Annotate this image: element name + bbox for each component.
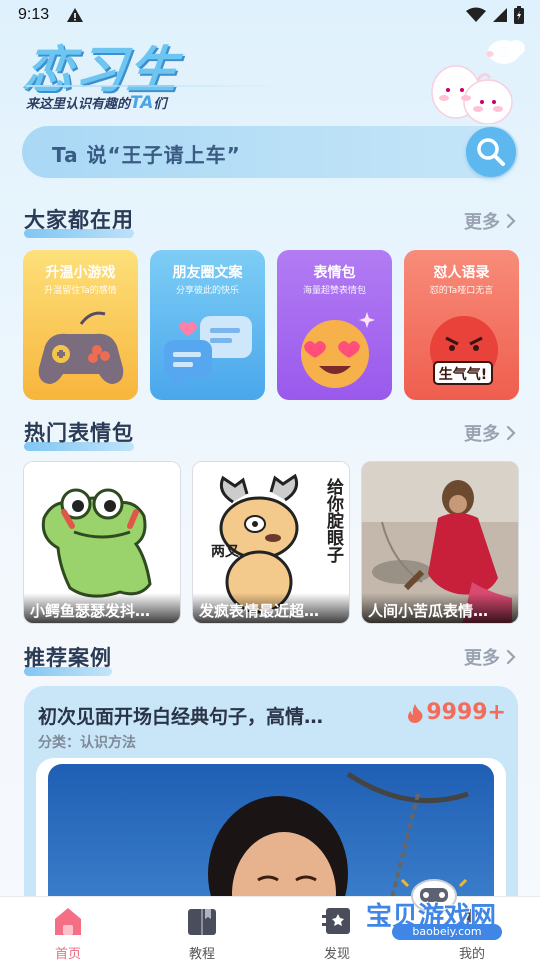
chat-bubbles-icon bbox=[164, 316, 252, 390]
category-subtitle: 怼的Ta哑口无言 bbox=[429, 286, 494, 296]
section-title-popular: 大家都在用 bbox=[24, 204, 134, 238]
status-bar: 9:13 bbox=[0, 0, 540, 32]
section-title-stickers-text: 热门表情包 bbox=[24, 421, 134, 445]
search-placeholder[interactable]: Ta 说“王子请上车” bbox=[52, 139, 241, 168]
sticker-card-monkey[interactable]: 人间小苦瓜表情… bbox=[361, 461, 519, 624]
section-title-cases-text: 推荐案例 bbox=[24, 646, 112, 670]
status-icons bbox=[466, 6, 524, 24]
mascot-illustration bbox=[431, 40, 525, 124]
heart-eyes-emoji-icon bbox=[301, 312, 375, 388]
slogan-prefix: 来这里认识有趣的 bbox=[26, 97, 131, 112]
sticker-art-text-left: 两叉 bbox=[211, 544, 240, 560]
case-hot-count: 9999+ bbox=[406, 700, 506, 725]
signal-icon bbox=[493, 8, 507, 22]
nav-label: 教程 bbox=[188, 947, 215, 960]
sticker-card-crocodile[interactable]: 小鳄鱼瑟瑟发抖… bbox=[23, 461, 181, 624]
category-card-roast[interactable]: 怼人语录 怼的Ta哑口无言 生气气! bbox=[404, 250, 519, 400]
sticker-card-crazy[interactable]: 两叉 给你腚眼子 发疯表情最近超… bbox=[192, 461, 350, 624]
more-label: 更多 bbox=[464, 648, 500, 669]
category-card-games[interactable]: 升温小游戏 升温留住Ta的感情 bbox=[23, 250, 138, 400]
nav-label: 首页 bbox=[54, 947, 81, 960]
case-title: 初次见面开场白经典句子，高情… bbox=[38, 706, 324, 728]
more-link-stickers[interactable]: 更多 bbox=[464, 420, 516, 446]
section-title-cases: 推荐案例 bbox=[24, 642, 112, 676]
sticker-label: 发疯表情最近超… bbox=[193, 593, 349, 623]
nav-home[interactable]: 首页 bbox=[28, 905, 108, 960]
sticker-label: 小鳄鱼瑟瑟发抖… bbox=[24, 593, 180, 623]
category-subtitle: 升温留住Ta的感情 bbox=[44, 286, 117, 296]
sticker-label: 人间小苦瓜表情… bbox=[362, 593, 518, 623]
category-card-stickers[interactable]: 表情包 海量超赞表情包 bbox=[277, 250, 392, 400]
more-link-popular[interactable]: 更多 bbox=[464, 208, 516, 234]
discover-icon bbox=[322, 908, 350, 934]
slogan-suffix: 们 bbox=[153, 97, 167, 112]
category-subtitle: 海量超赞表情包 bbox=[302, 286, 366, 296]
angry-face-text: 生气气! bbox=[439, 366, 487, 383]
search-bar[interactable]: Ta 说“王子请上车” bbox=[22, 126, 518, 178]
app-logo: 恋习生 bbox=[20, 41, 183, 99]
nav-tutorial[interactable]: 教程 bbox=[162, 905, 242, 960]
book-icon bbox=[188, 909, 216, 935]
category-title: 表情包 bbox=[313, 265, 356, 281]
search-button[interactable] bbox=[466, 127, 516, 177]
status-time: 9:13 bbox=[18, 6, 50, 23]
app-slogan: 来这里认识有趣的TA们 bbox=[26, 93, 166, 113]
category-card-moments[interactable]: 朋友圈文案 分享彼此的快乐 bbox=[150, 250, 265, 400]
chevron-right-icon bbox=[506, 649, 516, 665]
category-title: 升温小游戏 bbox=[45, 265, 116, 281]
watermark-url: baobeiy.com bbox=[392, 924, 502, 940]
slogan-ta: TA bbox=[130, 93, 154, 113]
case-hot-value: 9999+ bbox=[426, 700, 506, 725]
more-label: 更多 bbox=[464, 424, 500, 445]
section-title-stickers: 热门表情包 bbox=[24, 417, 134, 451]
more-link-cases[interactable]: 更多 bbox=[464, 644, 516, 670]
gamepad-icon bbox=[38, 311, 124, 384]
search-icon bbox=[477, 138, 505, 166]
wifi-icon bbox=[466, 7, 486, 22]
sticker-art-text-right: 给你腚眼子 bbox=[323, 477, 345, 564]
more-label: 更多 bbox=[464, 212, 500, 233]
case-category: 分类：认识方法 bbox=[38, 735, 136, 751]
battery-icon bbox=[514, 6, 524, 24]
section-title-popular-text: 大家都在用 bbox=[24, 208, 134, 232]
warning-icon bbox=[66, 7, 84, 27]
header-divider bbox=[26, 85, 296, 87]
category-title: 朋友圈文案 bbox=[172, 265, 243, 281]
chevron-right-icon bbox=[506, 213, 516, 229]
category-title: 怼人语录 bbox=[433, 265, 490, 281]
angry-face-icon: 生气气! bbox=[430, 316, 498, 385]
category-subtitle: 分享彼此的快乐 bbox=[175, 286, 239, 296]
fire-icon bbox=[408, 703, 423, 723]
home-icon bbox=[55, 908, 81, 935]
chevron-right-icon bbox=[506, 425, 516, 441]
